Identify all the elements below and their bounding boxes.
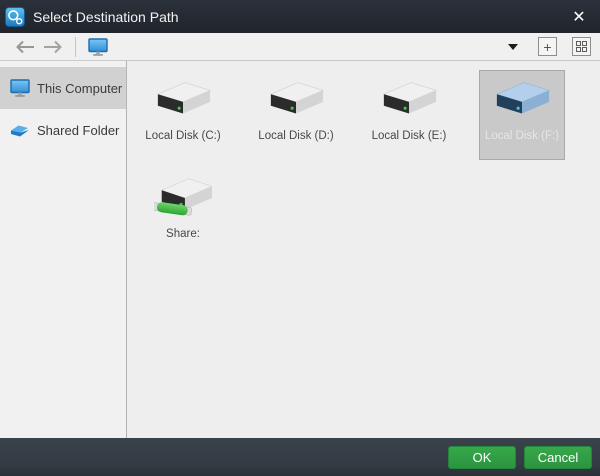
view-grid-button[interactable] <box>572 37 591 56</box>
plus-icon: + <box>543 38 552 55</box>
sidebar-item-shared-folder[interactable]: Shared Folder <box>0 109 126 151</box>
drive-label: Local Disk (F:) <box>484 130 560 142</box>
sidebar: This Computer Shared Folder <box>0 61 127 438</box>
computer-monitor-icon <box>10 79 30 97</box>
drive-tile-d[interactable]: Local Disk (D:) <box>253 70 339 160</box>
sidebar-item-label: This Computer <box>37 80 123 96</box>
hard-drive-icon <box>383 82 437 114</box>
view-dropdown-button[interactable] <box>502 36 524 58</box>
caret-down-icon <box>508 43 518 50</box>
sidebar-item-this-computer[interactable]: This Computer <box>0 67 126 109</box>
drive-list: Local Disk (C:) Local Disk (D:) Local Di… <box>127 61 600 438</box>
hard-drive-blue-icon <box>496 82 550 114</box>
footer-bar: OK Cancel <box>0 438 600 476</box>
drive-label: Share: <box>166 228 200 240</box>
this-computer-button[interactable] <box>84 35 112 59</box>
add-folder-button[interactable]: + <box>538 37 557 56</box>
arrow-left-icon <box>16 40 34 53</box>
toolbar: + <box>0 33 600 61</box>
drive-tile-f[interactable]: Local Disk (F:) <box>479 70 565 160</box>
hard-drive-icon <box>270 82 324 114</box>
select-destination-dialog: Select Destination Path ✕ + This Compute… <box>0 0 600 476</box>
dialog-title: Select Destination Path <box>33 8 179 25</box>
easeus-logo-icon <box>5 6 25 27</box>
view-grid-icon <box>576 41 587 52</box>
hard-drive-network-icon <box>154 178 212 216</box>
ok-button[interactable]: OK <box>448 445 516 469</box>
content-area: This Computer Shared Folder Local Disk (… <box>0 61 600 438</box>
close-icon[interactable]: ✕ <box>558 0 600 33</box>
back-button[interactable] <box>9 35 39 59</box>
computer-monitor-icon <box>88 37 108 56</box>
titlebar: Select Destination Path ✕ <box>0 0 600 33</box>
sidebar-item-label: Shared Folder <box>37 122 120 138</box>
drive-label: Local Disk (C:) <box>145 130 221 142</box>
arrow-right-icon <box>44 40 62 53</box>
drive-tile-c[interactable]: Local Disk (C:) <box>140 70 226 160</box>
drive-tile-share[interactable]: Share: <box>140 168 226 258</box>
hard-drive-icon <box>157 82 211 114</box>
cancel-button[interactable]: Cancel <box>524 445 592 469</box>
toolbar-divider <box>75 36 76 57</box>
drive-label: Local Disk (E:) <box>371 130 447 142</box>
drive-label: Local Disk (D:) <box>258 130 334 142</box>
drive-tile-e[interactable]: Local Disk (E:) <box>366 70 452 160</box>
forward-button[interactable] <box>39 35 69 59</box>
shared-folder-icon <box>11 125 29 137</box>
